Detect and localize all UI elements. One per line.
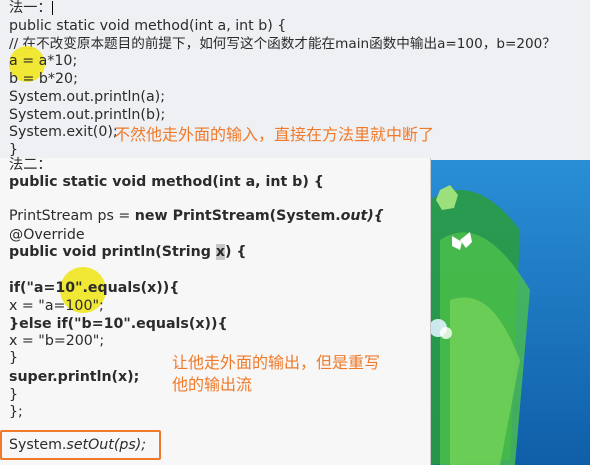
assign-a-line: x = "a=100"; [9, 298, 104, 314]
method1-header: 法一： [9, 0, 52, 16]
close-if-line: } [9, 350, 19, 366]
method2-signature: public static void method(int a, int b) … [9, 174, 324, 190]
elseif-line: }}else if("b=10".equals(x)){ [9, 316, 228, 333]
elseif-cond: }else if("b=10".equals(x)){ [9, 316, 228, 332]
method1-line-3: a = a*10; [9, 53, 78, 69]
method1-line-7: System.exit(0); [9, 124, 118, 140]
method2-annotation-2: 他的输出流 [172, 375, 253, 394]
setout-call: setOut(ps); [66, 437, 147, 453]
method1-line-5: System.out.println(a); [9, 89, 165, 105]
method1-panel: 法一： public static void method(int a, int… [0, 0, 590, 160]
println-sig: public void println(String [9, 244, 216, 260]
printstream-end: ){ [367, 208, 384, 224]
super-println-line: super.println(x); [9, 369, 140, 385]
println-param: x [215, 244, 225, 260]
method1-annotation: 不然他走外面的输入，直接在方法里就中断了 [114, 125, 435, 144]
printstream-new: new PrintStream(System. [134, 208, 341, 224]
method2-annotation-1: 让他走外面的输出，但是重写 [172, 353, 381, 372]
method2-header: 法二： [9, 157, 52, 173]
desktop-background [430, 160, 590, 465]
close-method-line: } [9, 387, 19, 403]
println-signature: public void println(String x) { [9, 244, 247, 261]
method1-line-4: b = b*20; [9, 71, 78, 87]
override-annotation: @Override [9, 227, 85, 243]
if-line: if("a=10".equals(x)){ [9, 280, 180, 296]
printstream-out: out [340, 208, 368, 224]
close-anon-line: }; [9, 404, 23, 420]
setout-system: System. [9, 437, 67, 453]
assign-b-line: x = "b=200"; [9, 333, 105, 349]
printstream-decl: PrintStream ps = [9, 208, 135, 224]
windows-logo-icon [430, 160, 590, 465]
printstream-line: PrintStream ps = new PrintStream(System.… [9, 208, 384, 225]
method1-line-1: public static void method(int a, int b) … [9, 18, 287, 34]
text-cursor [52, 1, 53, 15]
println-end: ) { [225, 244, 247, 260]
method1-line-6: System.out.println(b); [9, 107, 166, 123]
setout-line: System.setOut(ps); [9, 437, 146, 454]
method2-panel: 法二： public static void method(int a, int… [0, 157, 431, 465]
method1-line-2: // 在不改变原本题目的前提下，如何写这个函数才能在main函数中输出a=100… [9, 36, 556, 52]
